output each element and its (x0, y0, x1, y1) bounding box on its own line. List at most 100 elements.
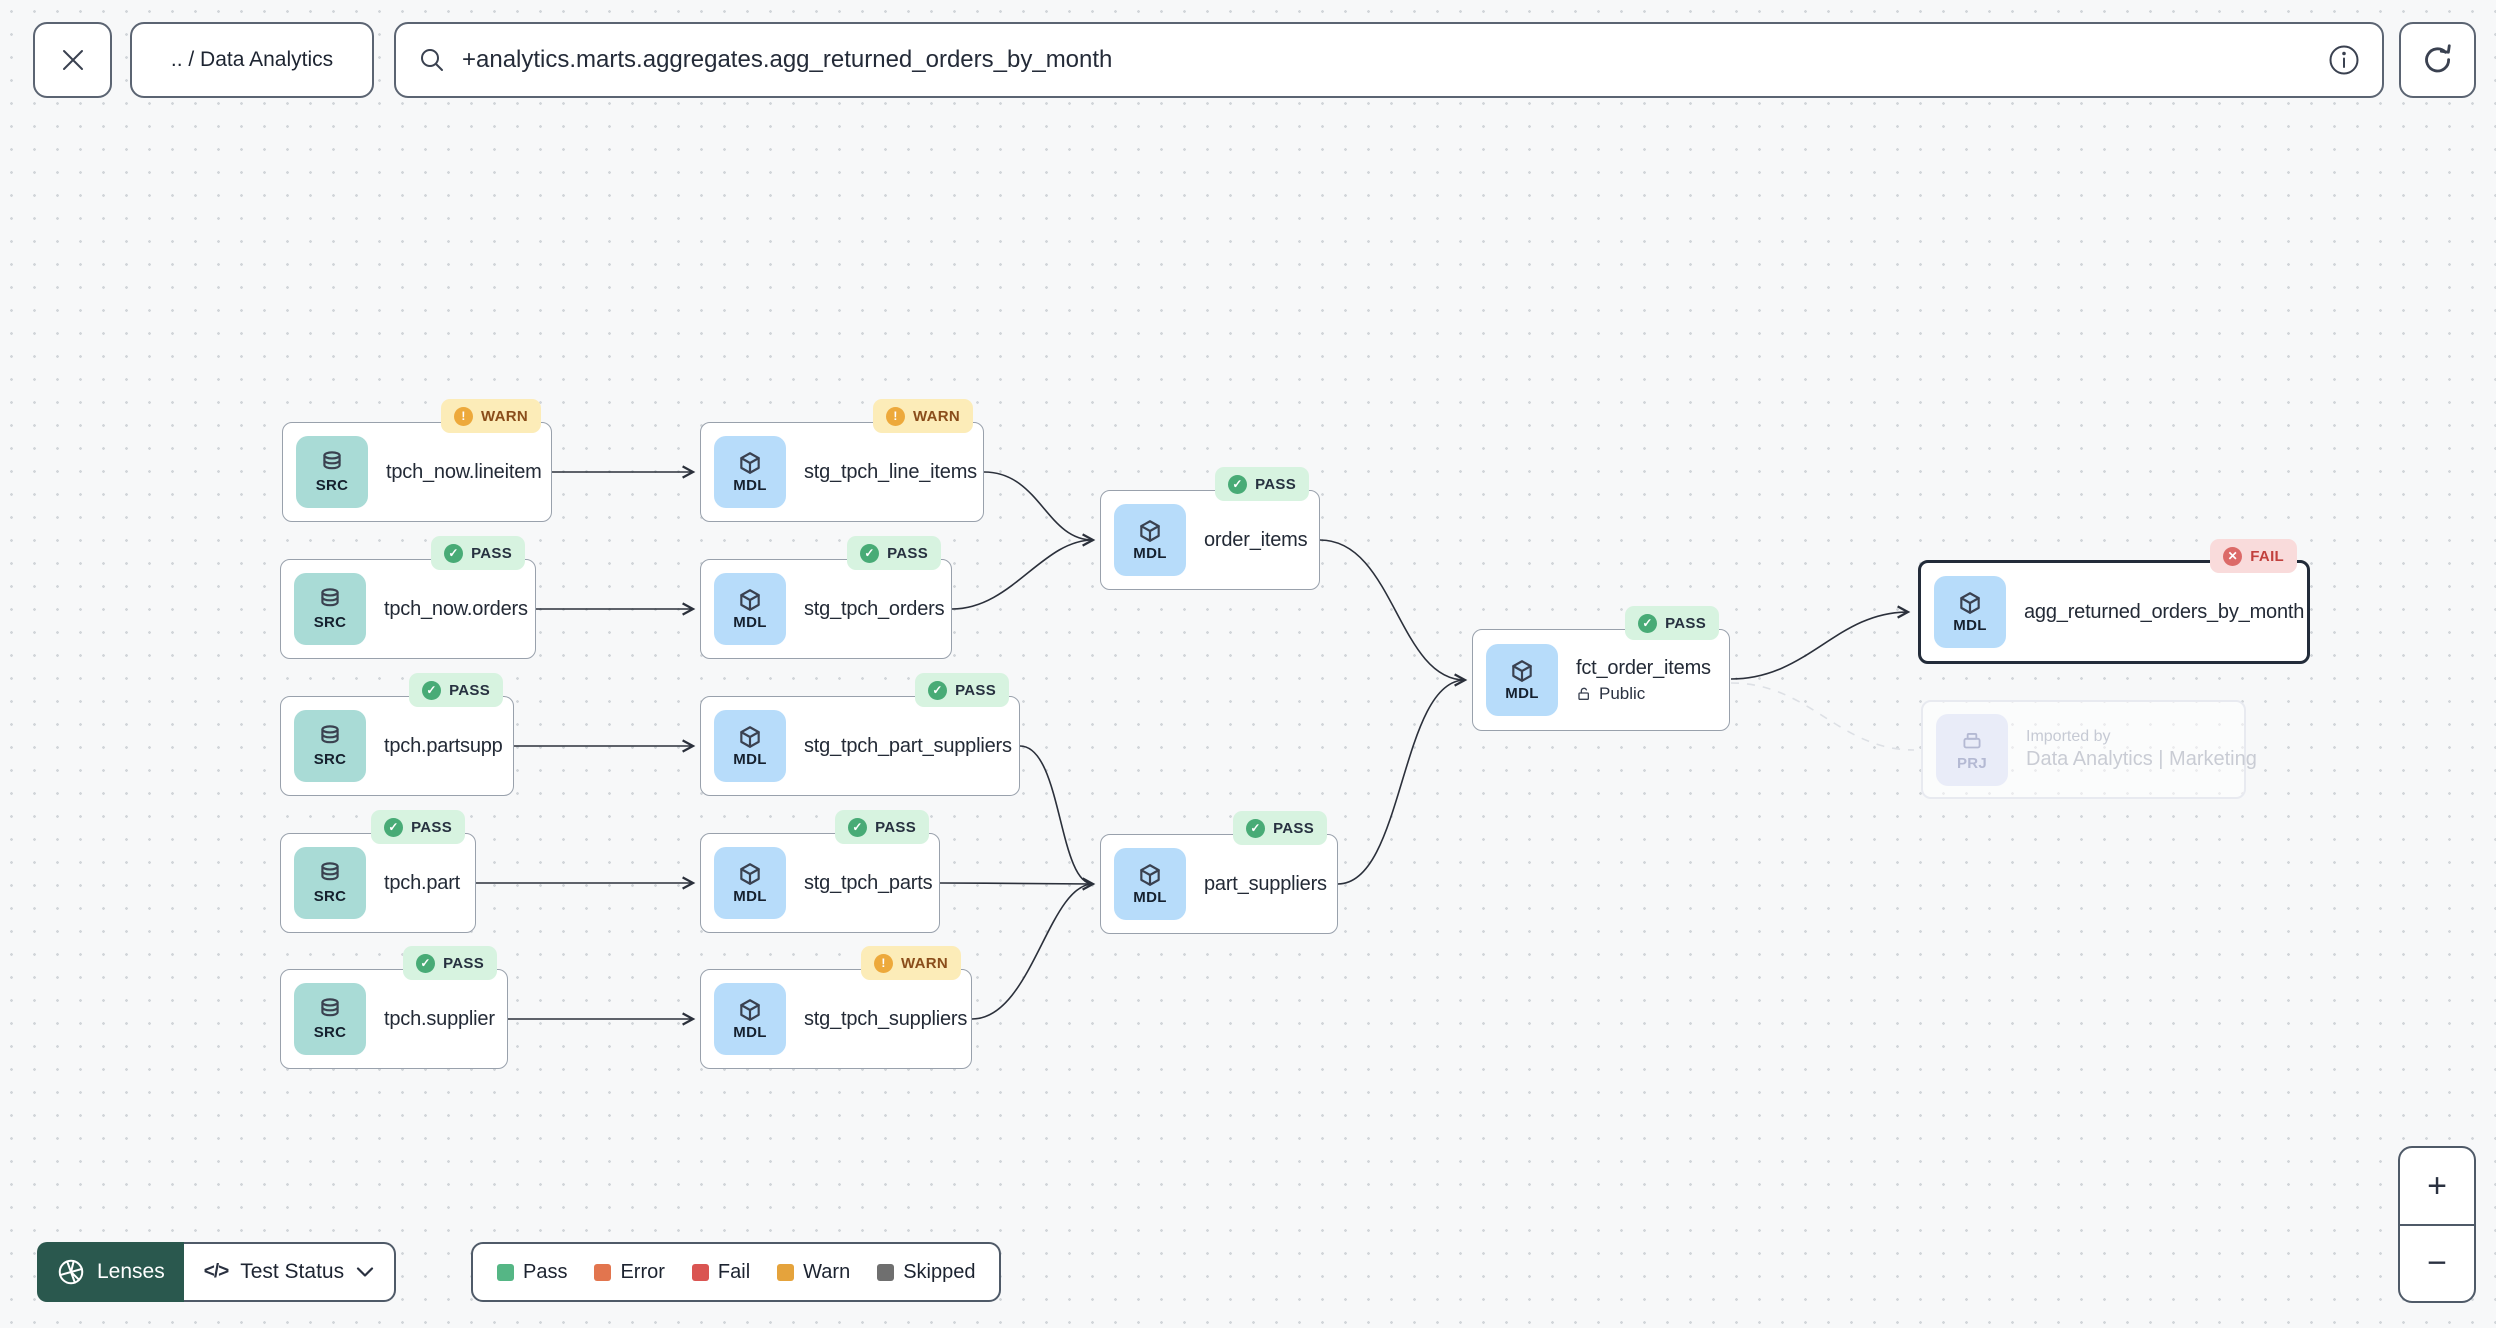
zoom-controls: + − (2398, 1146, 2476, 1303)
check-icon: ✓ (422, 680, 442, 700)
pass-swatch (497, 1263, 514, 1281)
imported-project-name: Data Analytics | Marketing (2026, 748, 2257, 770)
search-bar[interactable] (394, 22, 2384, 98)
zoom-out-button[interactable]: − (2400, 1226, 2474, 1302)
status-badge: ✓ PASS (847, 536, 941, 570)
check-icon: ✓ (416, 953, 436, 973)
node-agg-returned-orders-by-month[interactable]: ✕ FAIL MDL agg_returned_orders_by_month (1918, 539, 2310, 664)
node-label: stg_tpch_suppliers (804, 1007, 968, 1030)
skipped-swatch (877, 1263, 895, 1281)
node-label: part_suppliers (1204, 872, 1327, 895)
node-label: fct_order_items (1576, 656, 1711, 679)
status-badge: ✓ PASS (1233, 811, 1327, 845)
unlock-icon (1578, 687, 1589, 700)
model-chip: MDL (1114, 504, 1186, 576)
source-chip: SRC (294, 983, 366, 1055)
status-badge: ✓ PASS (409, 673, 503, 707)
lens-control: Lenses </> Test Status (37, 1242, 397, 1302)
imported-by-label: Imported by (2026, 728, 2111, 745)
lens-aperture-icon (58, 1259, 84, 1285)
breadcrumb[interactable]: .. / Data Analytics (130, 22, 374, 98)
node-fct-order-items[interactable]: ✓ PASS MDL fct_order_items Public (1472, 606, 1730, 731)
node-stg-tpch-suppliers[interactable]: ! WARN MDL stg_tpch_suppliers (700, 946, 972, 1069)
status-badge: ✓ PASS (371, 810, 465, 844)
node-stg-tpch-part-suppliers[interactable]: ✓ PASS MDL stg_tpch_part_suppliers (700, 673, 1020, 796)
status-badge: ! WARN (872, 399, 973, 433)
model-chip: MDL (714, 573, 786, 645)
model-chip: MDL (1934, 576, 2006, 648)
close-button[interactable] (33, 22, 112, 98)
zoom-in-button[interactable]: + (2400, 1148, 2474, 1224)
node-label: tpch.partsupp (384, 734, 503, 757)
lineage-edges (476, 465, 1915, 1026)
refresh-icon (2424, 44, 2451, 73)
node-stg-tpch-parts[interactable]: ✓ PASS MDL stg_tpch_parts (700, 810, 940, 933)
check-icon: ✓ (928, 680, 948, 700)
node-label: stg_tpch_orders (804, 597, 945, 620)
model-chip: MDL (1114, 848, 1186, 920)
node-label: tpch_now.orders (384, 597, 528, 620)
node-tpch-now-lineitem[interactable]: ! WARN SRC tpch_now.lineitem (282, 399, 552, 522)
source-chip: SRC (294, 573, 366, 645)
node-label: stg_tpch_line_items (804, 460, 977, 483)
status-badge: ✓ PASS (915, 673, 1009, 707)
node-tpch-part[interactable]: ✓ PASS SRC tpch.part (280, 810, 476, 933)
node-stg-tpch-orders[interactable]: ✓ PASS MDL stg_tpch_orders (700, 536, 952, 659)
check-icon: ✓ (444, 543, 464, 563)
legend-item-error: Error (594, 1261, 665, 1284)
refresh-button[interactable] (2399, 22, 2476, 98)
check-icon: ✓ (1638, 613, 1658, 633)
node-label: stg_tpch_parts (804, 871, 933, 894)
test-status-legend: Pass Error Fail Warn Skipped (471, 1242, 1002, 1302)
visibility-label: Public (1576, 684, 1711, 704)
source-chip: SRC (294, 710, 366, 782)
model-chip: MDL (714, 983, 786, 1055)
legend-item-pass: Pass (497, 1261, 567, 1284)
warn-icon: ! (873, 953, 893, 973)
project-chip: PRJ (1936, 713, 2008, 786)
info-icon[interactable] (2328, 44, 2360, 76)
node-label: tpch.supplier (384, 1007, 495, 1030)
status-badge: ✓ PASS (403, 946, 497, 980)
check-icon: ✓ (1228, 474, 1248, 494)
node-part-suppliers[interactable]: ✓ PASS MDL part_suppliers (1100, 811, 1338, 934)
search-icon (418, 46, 446, 74)
warn-icon: ! (885, 406, 905, 426)
fail-swatch (691, 1263, 709, 1281)
node-tpch-now-orders[interactable]: ✓ PASS SRC tpch_now.orders (280, 536, 536, 659)
source-chip: SRC (296, 436, 368, 508)
legend-item-skipped: Skipped (877, 1261, 975, 1284)
node-label: stg_tpch_part_suppliers (804, 734, 1012, 757)
model-chip: MDL (714, 847, 786, 919)
node-stg-tpch-line-items[interactable]: ! WARN MDL stg_tpch_line_items (700, 399, 984, 522)
warn-swatch (777, 1263, 795, 1281)
status-badge: ! WARN (440, 399, 541, 433)
legend-item-fail: Fail (691, 1261, 750, 1284)
model-chip: MDL (714, 436, 786, 508)
check-icon: ✓ (860, 543, 880, 563)
node-label: order_items (1204, 528, 1308, 551)
node-order-items[interactable]: ✓ PASS MDL order_items (1100, 467, 1320, 590)
search-input[interactable] (462, 46, 2328, 74)
node-imported-by-project: PRJ Imported by Data Analytics | Marketi… (1921, 700, 2257, 799)
node-tpch-partsupp[interactable]: ✓ PASS SRC tpch.partsupp (280, 673, 514, 796)
status-badge: ! WARN (860, 946, 961, 980)
lens-selector-test-status[interactable]: </> Test Status (183, 1242, 397, 1302)
node-tpch-supplier[interactable]: ✓ PASS SRC tpch.supplier (280, 946, 508, 1069)
model-chip: MDL (1486, 644, 1558, 716)
status-badge: ✓ PASS (1215, 467, 1309, 501)
check-icon: ✓ (848, 817, 868, 837)
check-icon: ✓ (384, 817, 404, 837)
status-badge: ✓ PASS (835, 810, 929, 844)
node-label: agg_returned_orders_by_month (2024, 600, 2305, 623)
error-swatch (594, 1263, 612, 1281)
chevron-down-icon (356, 1267, 374, 1277)
source-chip: SRC (294, 847, 366, 919)
node-label: tpch.part (384, 871, 461, 894)
status-badge: ✓ PASS (431, 536, 525, 570)
warn-icon: ! (453, 406, 473, 426)
check-icon: ✓ (1246, 818, 1266, 838)
fail-icon: ✕ (2223, 546, 2243, 566)
lenses-button[interactable]: Lenses (37, 1242, 184, 1302)
model-chip: MDL (714, 710, 786, 782)
